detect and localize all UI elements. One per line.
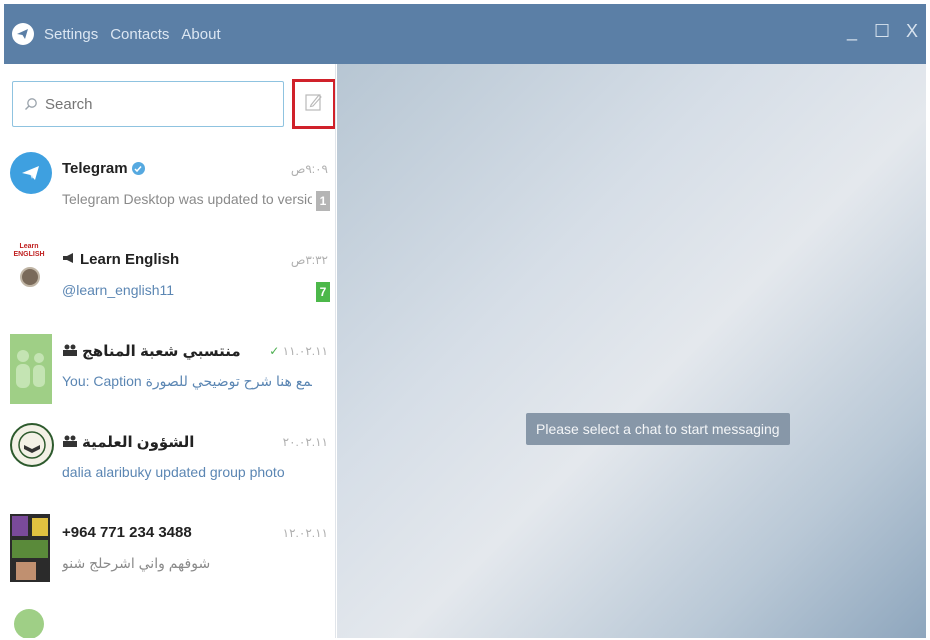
chat-item-group-science[interactable]: الشؤون العلمية ٢٠.٠٢.١١ dalia alaribuky … xyxy=(4,423,335,514)
chat-time: ١٢.٠٢.١١ xyxy=(282,526,328,540)
maximize-button[interactable]: ☐ xyxy=(874,22,890,40)
search-input[interactable] xyxy=(45,95,265,113)
chat-name: +964 771 234 3488 xyxy=(62,524,192,541)
avatar: Learn ENGLISH xyxy=(10,243,50,301)
chat-name-text: Learn English xyxy=(80,251,180,268)
unread-badge: 7 xyxy=(316,282,330,302)
chat-preview: dalia alaribuky updated group photo xyxy=(62,464,285,480)
unread-badge: 1 xyxy=(316,191,330,211)
avatar xyxy=(10,334,52,404)
chat-item-phone-contact[interactable]: +964 771 234 3488 ١٢.٠٢.١١ شوفهم واني اش… xyxy=(4,514,335,605)
read-check-icon: ✓ xyxy=(269,344,280,358)
chat-name-text: منتسبي شعبة المناهج xyxy=(82,343,241,360)
menu-about[interactable]: About xyxy=(181,26,220,43)
chat-item-learn-english[interactable]: Learn ENGLISH Learn English ٣:٣٢ص @learn… xyxy=(4,241,335,332)
globe-icon xyxy=(20,267,40,287)
chat-list: Telegram ٩:٠٩ص Telegram Desktop was upda… xyxy=(4,150,335,638)
verified-icon xyxy=(131,162,145,175)
menu-settings[interactable]: Settings xyxy=(44,26,98,43)
select-chat-placeholder: Please select a chat to start messaging xyxy=(526,413,790,445)
avatar xyxy=(10,423,54,467)
chat-preview: You: Caption تجمع هنا شرح توضيحي للصورة xyxy=(62,373,312,389)
chat-preview: @learn_english11 xyxy=(62,282,175,298)
chat-name: Learn English xyxy=(62,251,179,268)
chat-sidebar: Telegram ٩:٠٩ص Telegram Desktop was upda… xyxy=(4,64,336,638)
chat-name-text: +964 771 234 3488 xyxy=(62,524,192,541)
chat-time: ✓ ١١.٠٢.١١ xyxy=(269,344,328,358)
telegram-window: Settings Contacts About _ ☐ X Search Tel… xyxy=(4,4,926,638)
main-menu: Settings Contacts About xyxy=(44,26,233,43)
telegram-plane-icon[interactable] xyxy=(12,23,34,45)
title-bar: Settings Contacts About _ ☐ X xyxy=(4,4,926,64)
chat-name-text: Telegram xyxy=(62,160,128,177)
chat-preview: Telegram Desktop was updated to version … xyxy=(62,191,312,207)
avatar xyxy=(14,609,44,638)
menu-contacts[interactable]: Contacts xyxy=(110,26,169,43)
chat-preview: شوفهم واني اشرحلج شنو xyxy=(62,555,211,571)
avatar xyxy=(10,514,50,582)
chat-name: منتسبي شعبة المناهج xyxy=(62,342,241,360)
search-row xyxy=(12,79,335,131)
avatar xyxy=(10,152,52,194)
chat-name: الشؤون العلمية xyxy=(62,433,212,451)
group-icon xyxy=(62,434,78,451)
megaphone-icon xyxy=(62,251,76,268)
close-button[interactable]: X xyxy=(904,22,920,40)
chat-time: ٣:٣٢ص xyxy=(290,253,328,267)
chat-time-text: ١١.٠٢.١١ xyxy=(282,344,328,358)
window-controls: _ ☐ X xyxy=(844,22,920,40)
chat-time: ٢٠.٠٢.١١ xyxy=(282,435,328,449)
search-box[interactable] xyxy=(12,81,284,127)
pencil-square-icon xyxy=(305,92,323,117)
chat-item-group-curricula[interactable]: منتسبي شعبة المناهج ✓ ١١.٠٢.١١ You: Capt… xyxy=(4,332,335,423)
minimize-button[interactable]: _ xyxy=(844,22,860,40)
group-icon xyxy=(62,343,78,360)
search-icon xyxy=(23,96,39,112)
chat-item-telegram[interactable]: Telegram ٩:٠٩ص Telegram Desktop was upda… xyxy=(4,150,335,241)
avatar-text: Learn ENGLISH xyxy=(13,243,45,258)
chat-name: Telegram xyxy=(62,160,145,177)
chat-time: ٩:٠٩ص xyxy=(290,162,328,176)
chat-empty-area: Please select a chat to start messaging xyxy=(337,64,926,638)
chat-item-partial[interactable] xyxy=(4,605,335,638)
new-message-button[interactable] xyxy=(292,79,335,129)
chat-name-text: الشؤون العلمية xyxy=(82,434,195,451)
